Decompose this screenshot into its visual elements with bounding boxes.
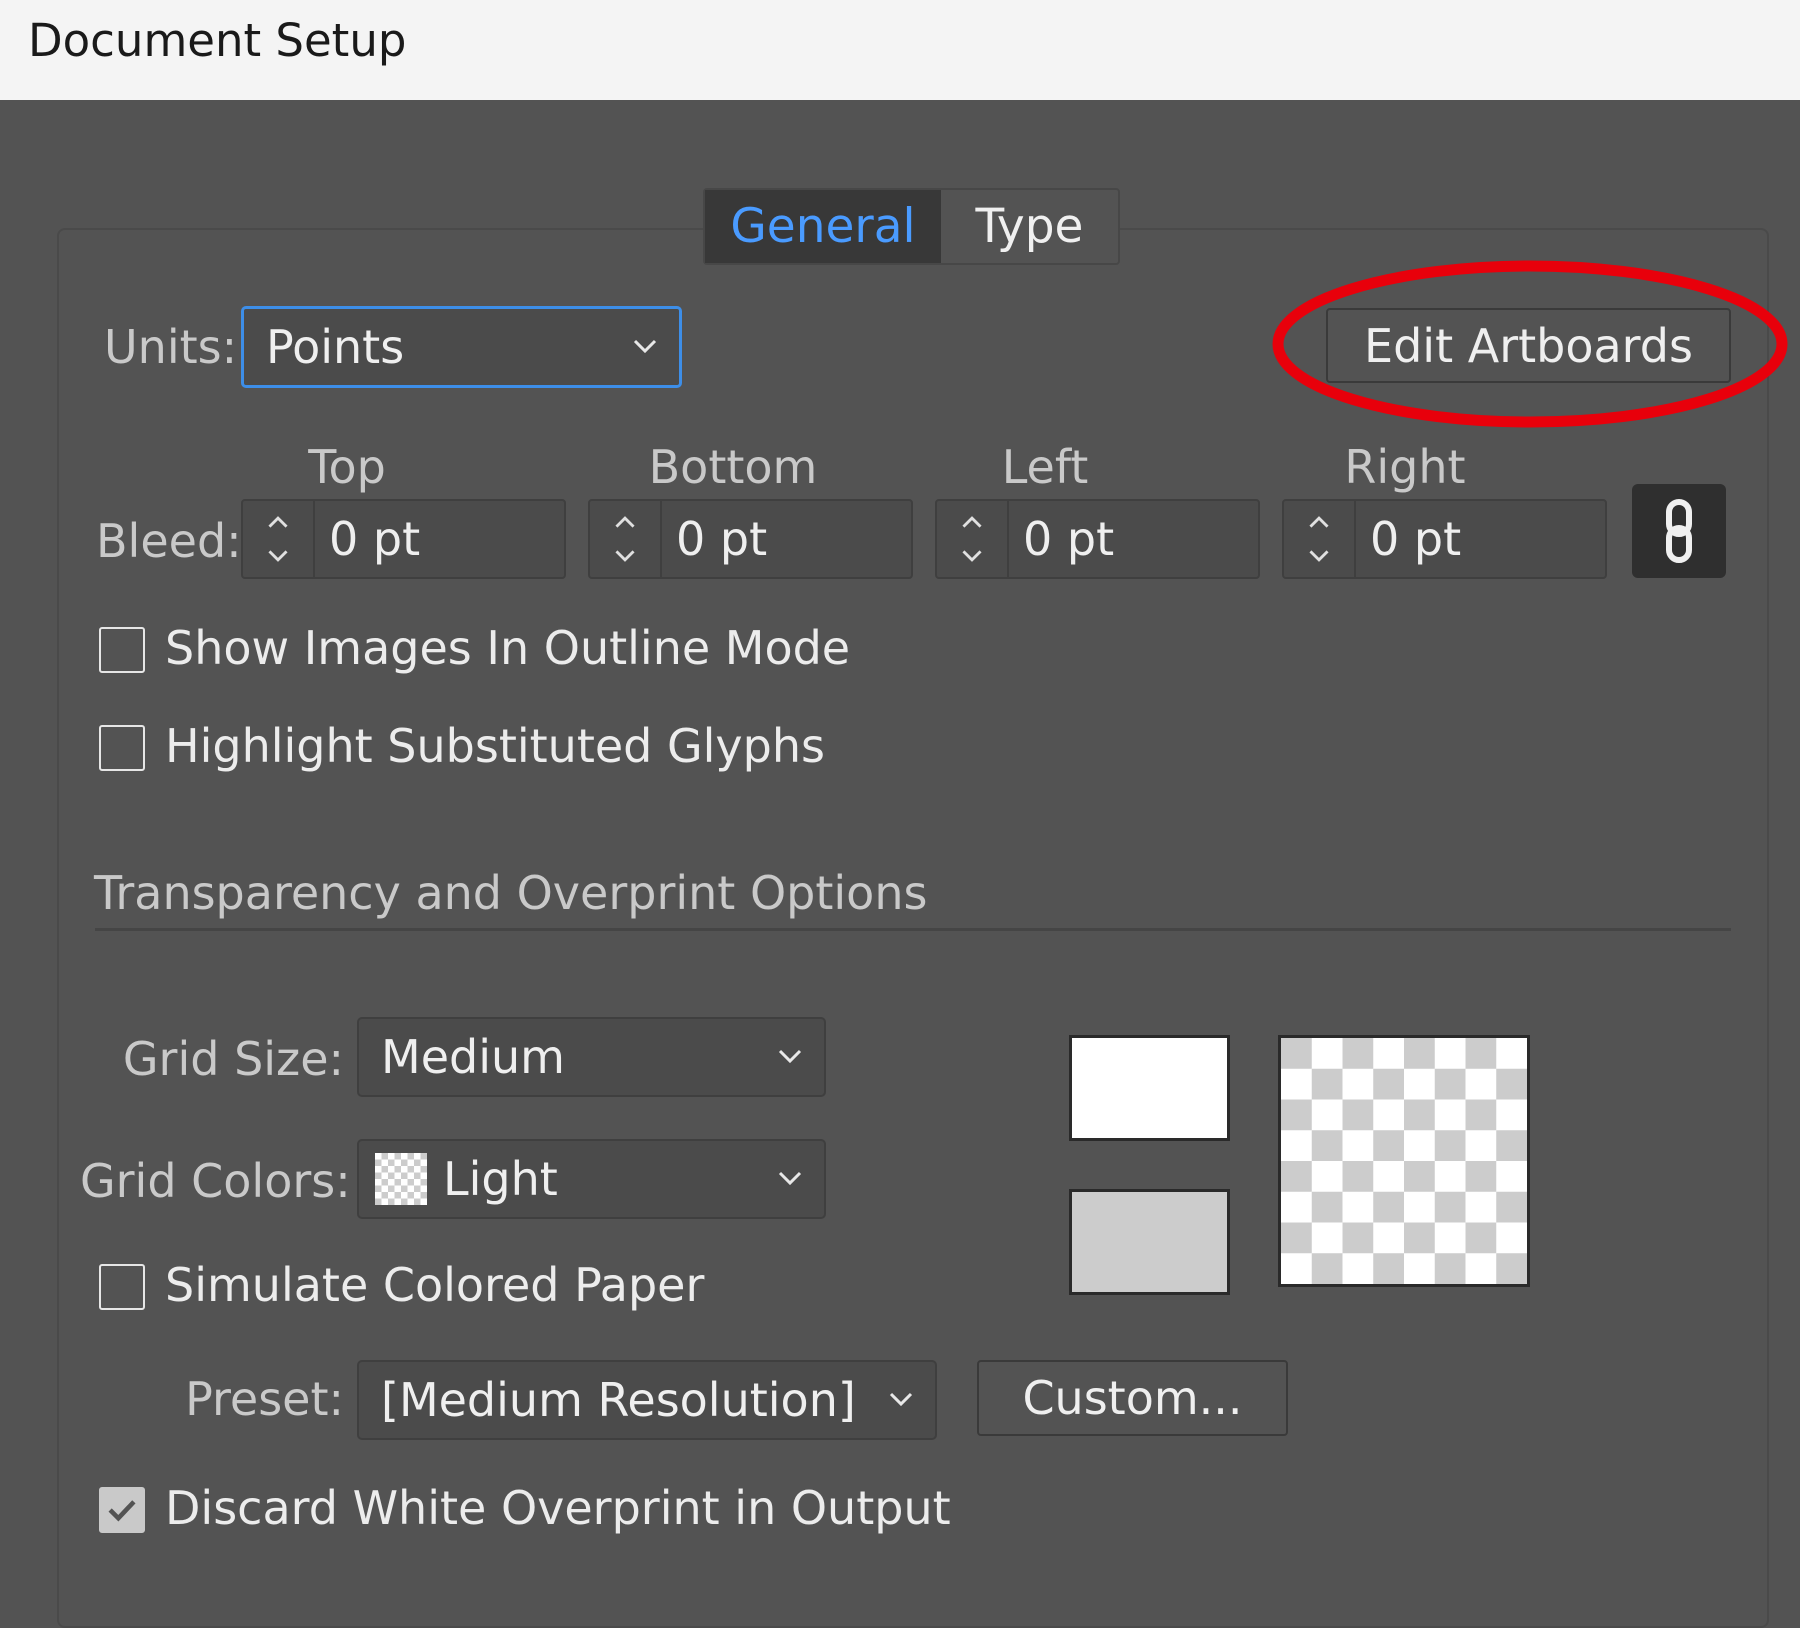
preset-dropdown[interactable]: [Medium Resolution] [357,1360,937,1440]
highlight-glyphs-label: Highlight Substituted Glyphs [165,719,825,773]
spinner-arrows-icon[interactable] [243,501,315,577]
chevron-down-icon [633,339,657,353]
chevron-down-icon [889,1392,913,1406]
highlight-glyphs-checkbox[interactable] [99,725,145,771]
spinner-arrows-icon[interactable] [937,501,1009,577]
grid-preview [1278,1035,1530,1287]
bleed-right-label: Right [1344,440,1466,494]
link-bleed-button[interactable] [1632,484,1726,578]
show-images-label: Show Images In Outline Mode [165,621,851,675]
red-highlight-ellipse [1272,260,1788,428]
discard-white-label: Discard White Overprint in Output [165,1481,951,1535]
grid-colors-dropdown[interactable]: Light [357,1139,826,1219]
bleed-right-value[interactable]: 0 pt [1356,501,1605,577]
grid-size-label: Grid Size: [122,1032,344,1086]
show-images-checkbox[interactable] [99,627,145,673]
tab-general[interactable]: General [705,190,941,263]
checker-swatch-icon [375,1153,427,1205]
checkmark-icon [108,1500,136,1522]
bleed-top-label: Top [308,440,386,494]
bleed-left-label: Left [1001,440,1089,494]
section-title: Transparency and Overprint Options [94,866,928,920]
grid-size-dropdown[interactable]: Medium [357,1017,826,1097]
chain-link-icon [1666,499,1692,563]
bleed-top-field[interactable]: 0 pt [241,499,566,579]
simulate-paper-label: Simulate Colored Paper [165,1258,705,1312]
custom-button[interactable]: Custom... [977,1360,1288,1436]
section-divider [95,928,1731,931]
units-dropdown[interactable]: Points [241,306,682,388]
grid-color-swatch-light[interactable] [1069,1035,1230,1141]
grid-color-swatch-dark[interactable] [1069,1189,1230,1295]
spinner-arrows-icon[interactable] [1284,501,1356,577]
bleed-bottom-value[interactable]: 0 pt [662,501,911,577]
bleed-top-value[interactable]: 0 pt [315,501,564,577]
title-bar: Document Setup [0,0,1800,100]
chevron-down-icon [778,1171,802,1185]
bleed-left-field[interactable]: 0 pt [935,499,1260,579]
bleed-bottom-field[interactable]: 0 pt [588,499,913,579]
bleed-bottom-label: Bottom [648,440,818,494]
window-title: Document Setup [28,14,407,67]
preset-value: [Medium Resolution] [381,1373,856,1427]
spinner-arrows-icon[interactable] [590,501,662,577]
tab-bar: General Type [703,188,1120,265]
chevron-down-icon [778,1049,802,1063]
units-value: Points [266,320,405,374]
preset-label: Preset: [185,1372,344,1426]
grid-size-value: Medium [381,1030,565,1084]
bleed-right-field[interactable]: 0 pt [1282,499,1607,579]
grid-colors-value: Light [443,1152,558,1206]
units-label: Units: [104,320,238,374]
bleed-label: Bleed: [96,514,242,568]
bleed-left-value[interactable]: 0 pt [1009,501,1258,577]
transparency-grid-preview-icon [1281,1038,1527,1284]
simulate-paper-checkbox[interactable] [99,1264,145,1310]
tab-type[interactable]: Type [941,190,1118,263]
discard-white-checkbox[interactable] [99,1487,145,1533]
grid-colors-label: Grid Colors: [80,1154,351,1208]
